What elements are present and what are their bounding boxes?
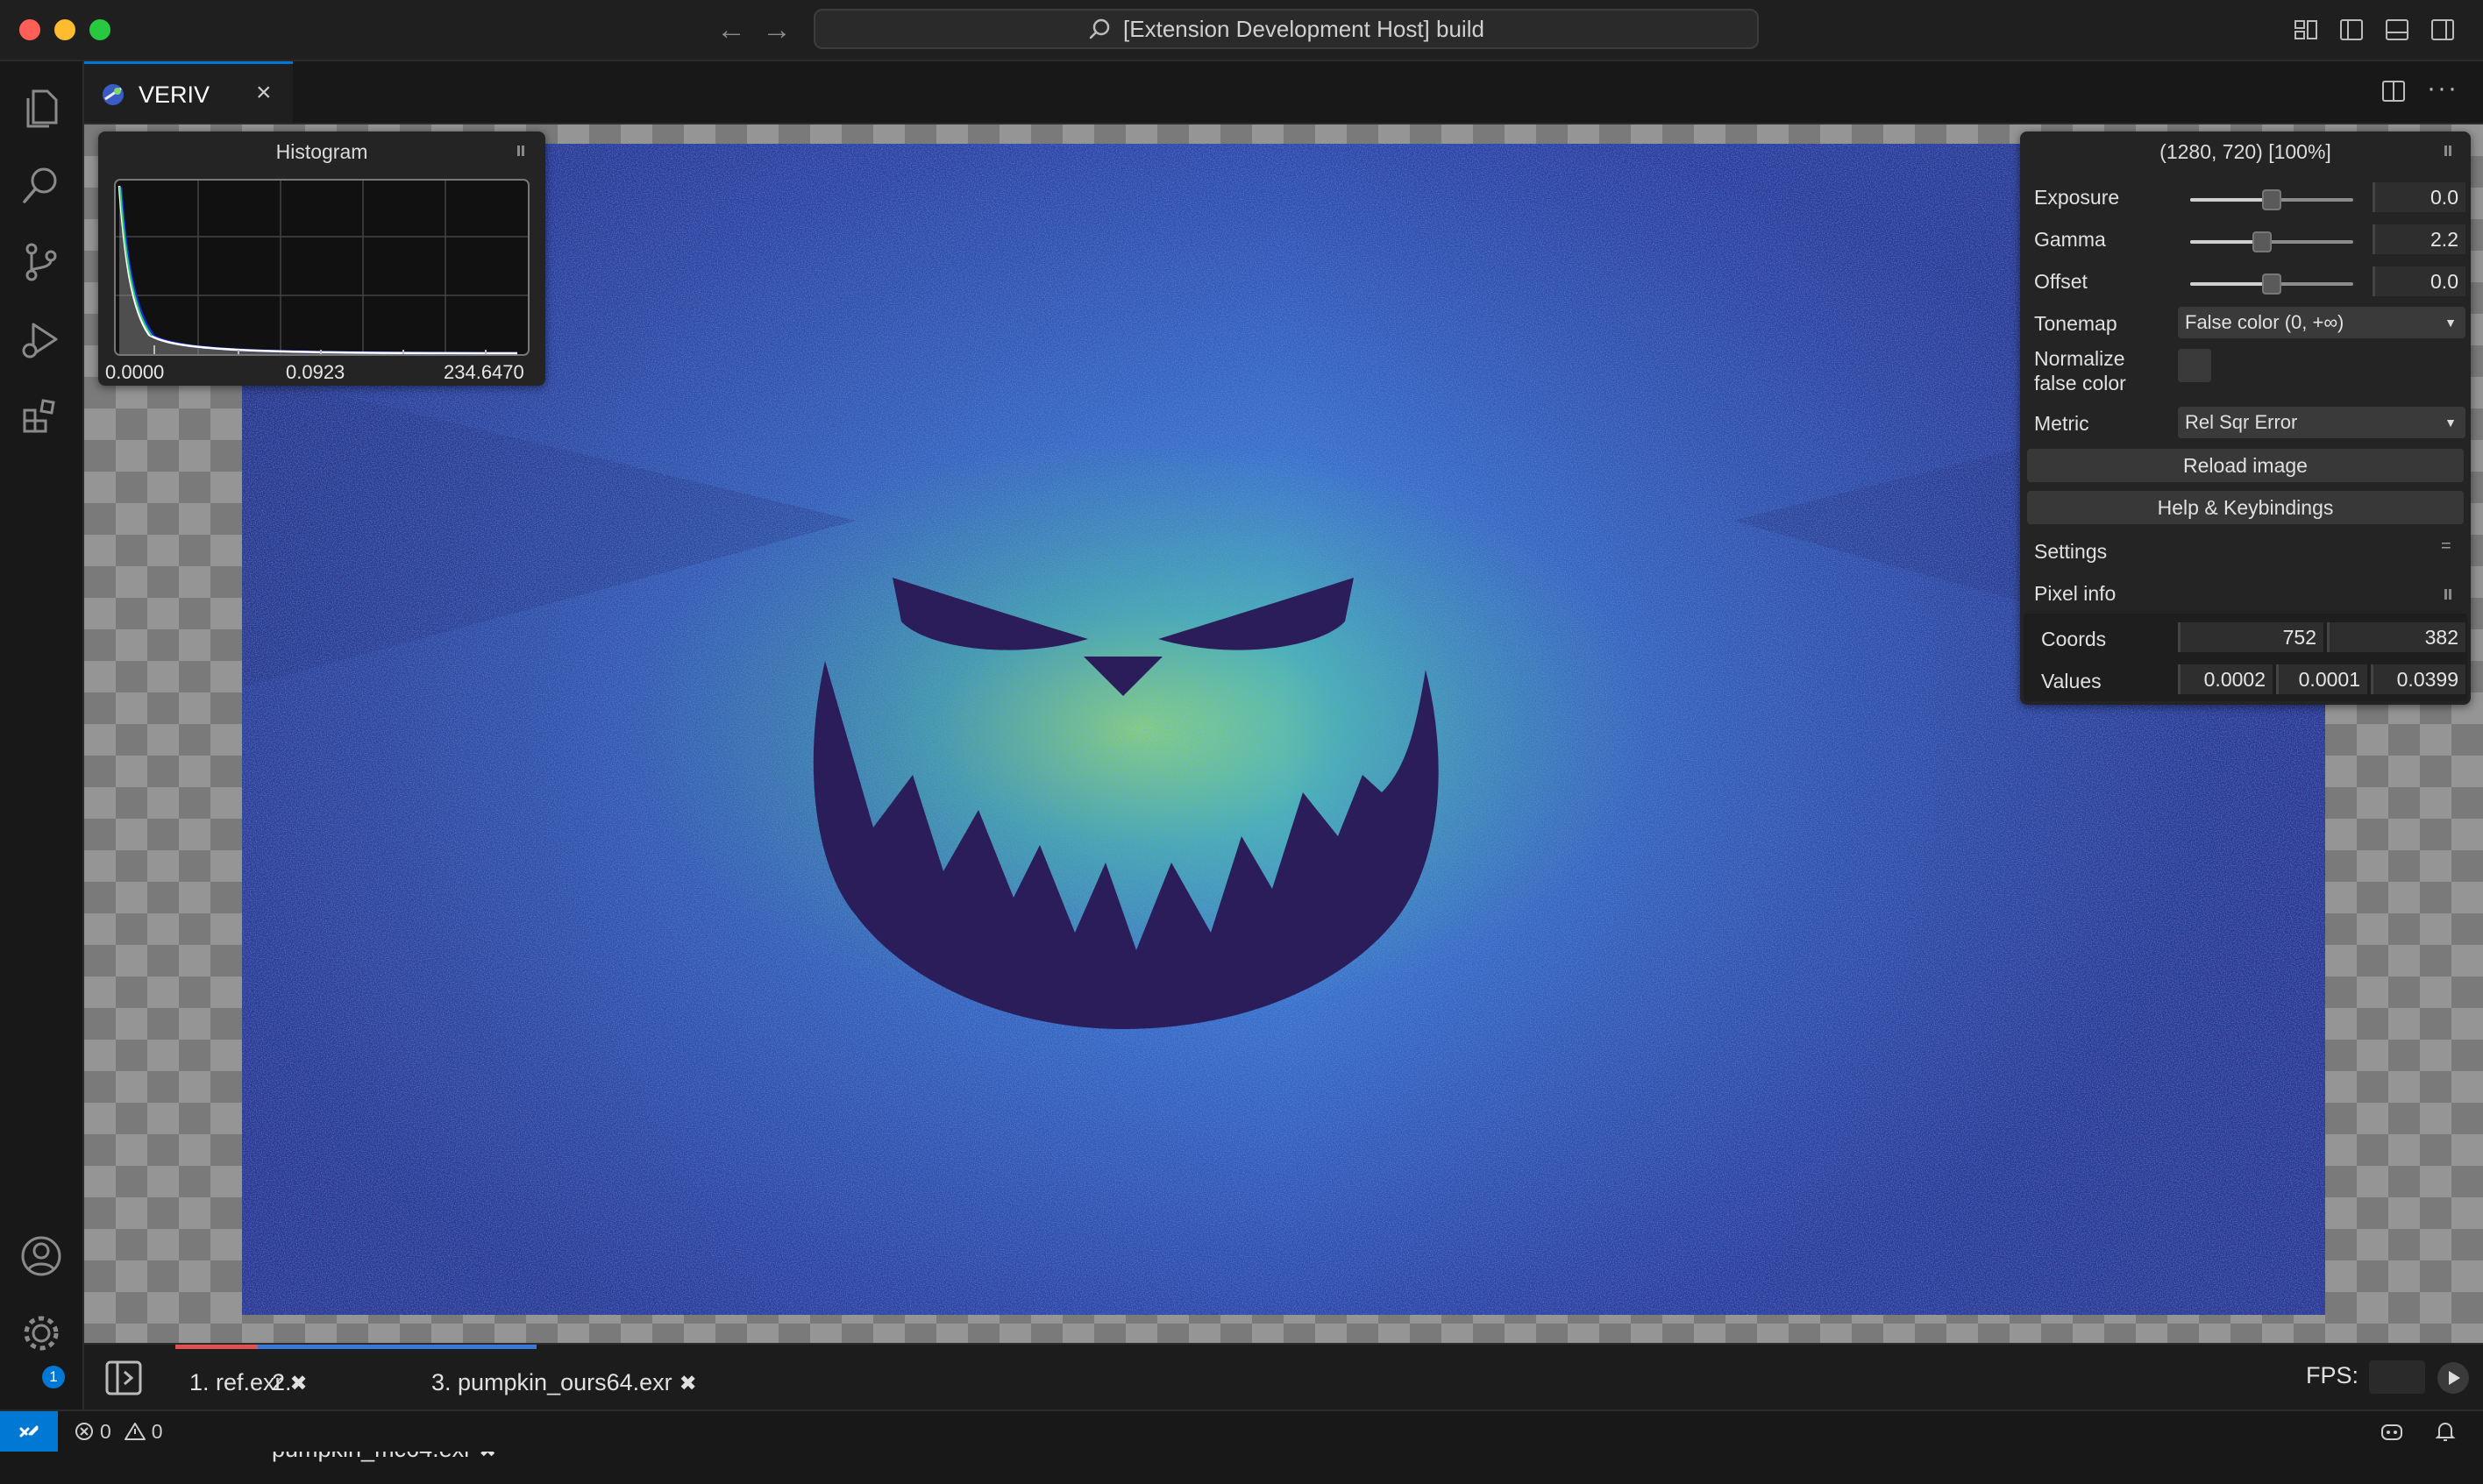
extensions-icon[interactable]	[16, 391, 67, 442]
exposure-slider[interactable]	[2190, 188, 2353, 212]
back-arrow-icon[interactable]: ←	[714, 12, 749, 47]
explorer-icon[interactable]	[16, 82, 67, 133]
toggle-secondary-sidebar-icon[interactable]	[2429, 16, 2457, 44]
offset-value[interactable]: 0.0	[2373, 266, 2465, 296]
rendered-image[interactable]	[242, 144, 2325, 1315]
exposure-slider-knob[interactable]	[2262, 189, 2281, 210]
search-icon[interactable]	[16, 160, 67, 210]
collapse-pixel-info-icon[interactable]	[2444, 589, 2451, 600]
value-g: 0.0001	[2276, 664, 2367, 694]
gamma-slider[interactable]	[2190, 230, 2353, 254]
image-viewport[interactable]: Histogram 0.0000 0.0923 234.6470 (1280, …	[84, 124, 2483, 1343]
source-control-icon[interactable]	[16, 237, 67, 288]
histogram-max-label: 234.6470	[444, 361, 524, 383]
problems-indicator[interactable]: 0 0	[74, 1418, 163, 1445]
metric-label: Metric	[2034, 412, 2089, 435]
tonemap-label: Tonemap	[2034, 312, 2117, 335]
coords-label: Coords	[2041, 628, 2107, 650]
editor-tab-bar: VERIV × ···	[84, 61, 2483, 124]
warning-icon	[124, 1423, 146, 1440]
command-center[interactable]: [Extension Development Host] build	[814, 9, 1759, 49]
toggle-primary-sidebar-icon[interactable]	[2337, 16, 2366, 44]
controls-panel[interactable]: (1280, 720) [100%] Exposure 0.0 Gamma 2.…	[2020, 131, 2471, 705]
close-window-button[interactable]	[19, 19, 40, 40]
tab-label: VERIV	[139, 82, 210, 108]
histogram-mid-label: 0.0923	[286, 361, 345, 383]
toggle-panel-icon[interactable]	[2383, 16, 2411, 44]
normalize-false-color-checkbox[interactable]	[2178, 349, 2211, 382]
forward-arrow-icon[interactable]: →	[759, 12, 794, 47]
image-tab-bar: 1. ref.exr✖2. pumpkin_mc64.exr✖3. pumpki…	[84, 1343, 2483, 1462]
offset-slider[interactable]	[2190, 272, 2353, 296]
offset-slider-knob[interactable]	[2262, 273, 2281, 295]
error-count: 0	[100, 1419, 111, 1443]
histogram-title: Histogram	[275, 140, 368, 163]
split-editor-icon[interactable]	[2380, 77, 2408, 105]
accounts-icon[interactable]	[16, 1231, 67, 1282]
manage-gear-icon[interactable]	[16, 1308, 67, 1359]
fps-value	[2369, 1360, 2425, 1394]
window-title: [Extension Development Host] build	[1123, 15, 1484, 42]
value-r: 0.0002	[2178, 664, 2273, 694]
values-label: Values	[2041, 670, 2102, 692]
notification-badge: 1	[42, 1366, 65, 1388]
settings-section-header[interactable]: Settings	[2034, 540, 2107, 564]
image-tab-label: 3. pumpkin_ours64.exr	[431, 1369, 672, 1395]
fps-label: FPS:	[2306, 1362, 2359, 1388]
error-icon	[75, 1423, 93, 1440]
gamma-slider-knob[interactable]	[2252, 231, 2272, 252]
gamma-value[interactable]: 2.2	[2373, 224, 2465, 254]
remote-indicator[interactable]	[0, 1411, 58, 1452]
customize-layout-icon[interactable]	[2292, 16, 2320, 44]
coord-y-value: 382	[2327, 622, 2465, 652]
exposure-value[interactable]: 0.0	[2373, 182, 2465, 212]
image-tab-3[interactable]: 3. pumpkin_ours64.exr ✖	[417, 1345, 719, 1409]
metric-selected-value: Rel Sqr Error	[2185, 411, 2298, 433]
exposure-label: Exposure	[2034, 186, 2120, 209]
collapse-grip-icon[interactable]	[517, 146, 524, 156]
status-bar: 0 0	[0, 1409, 2483, 1452]
metric-select[interactable]: Rel Sqr Error ▼	[2178, 407, 2465, 438]
run-and-debug-icon[interactable]	[16, 314, 67, 365]
coord-x-value: 752	[2178, 622, 2323, 652]
chevron-down-icon: ▼	[2444, 316, 2457, 330]
tonemap-selected-value: False color (0, +∞)	[2185, 311, 2344, 333]
activity-bar: 1	[0, 61, 84, 1409]
normalize-label-line2: false color	[2034, 372, 2126, 394]
histogram-panel[interactable]: Histogram 0.0000 0.0923 234.6470	[98, 131, 545, 386]
title-bar: ← → [Extension Development Host] build	[0, 0, 2483, 61]
tab-veriv[interactable]: VERIV ×	[84, 61, 293, 123]
notifications-bell-icon[interactable]	[2434, 1420, 2457, 1443]
reload-image-button[interactable]: Reload image	[2027, 449, 2464, 482]
more-actions-icon[interactable]: ···	[2427, 74, 2458, 103]
tonemap-select[interactable]: False color (0, +∞) ▼	[2178, 307, 2465, 338]
histogram-plot	[114, 179, 530, 356]
histogram-min-label: 0.0000	[105, 361, 165, 383]
value-b: 0.0399	[2371, 664, 2465, 694]
warning-count: 0	[151, 1419, 163, 1443]
image-resolution-header: (1280, 720) [100%]	[2159, 140, 2331, 163]
play-icon	[2449, 1371, 2460, 1385]
remote-icon	[19, 1425, 39, 1438]
normalize-label-line1: Normalize	[2034, 347, 2125, 370]
maximize-window-button[interactable]	[89, 19, 110, 40]
close-image-tab-icon[interactable]: ✖	[679, 1372, 697, 1395]
chevron-down-icon: ▼	[2444, 415, 2457, 430]
search-icon	[1089, 18, 1110, 39]
collapse-grip-icon[interactable]	[2444, 146, 2451, 156]
expand-settings-icon[interactable]: =	[2441, 536, 2451, 557]
help-keybindings-button[interactable]: Help & Keybindings	[2027, 491, 2464, 524]
gamma-label: Gamma	[2034, 228, 2106, 251]
offset-label: Offset	[2034, 270, 2088, 293]
play-button[interactable]	[2437, 1362, 2469, 1394]
veriv-logo-icon	[103, 84, 124, 105]
copilot-icon[interactable]	[2380, 1420, 2404, 1443]
close-tab-icon[interactable]: ×	[256, 78, 272, 108]
pixel-info-section-header[interactable]: Pixel info	[2034, 582, 2116, 606]
minimize-window-button[interactable]	[54, 19, 75, 40]
toggle-panel-sidebar-icon[interactable]	[105, 1360, 142, 1395]
